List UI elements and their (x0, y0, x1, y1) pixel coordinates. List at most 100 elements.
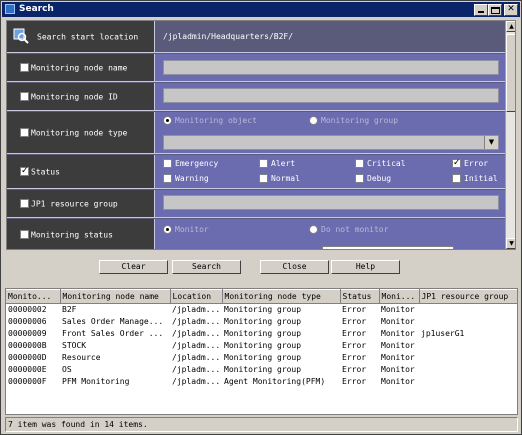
results-table: Monito... Monitoring node name Location … (6, 289, 518, 388)
results-table-container: Monito... Monitoring node name Location … (5, 288, 518, 415)
table-cell: 0000000F (8, 377, 47, 386)
warning-checkbox[interactable] (163, 174, 172, 183)
monitoring-node-type-label: Monitoring node type (31, 128, 128, 137)
status-row: Status Emergency Alert Critical Error Wa… (7, 155, 505, 189)
table-cell: Monitoring group (224, 305, 302, 315)
table-cell (419, 304, 517, 316)
status-checkbox[interactable] (20, 166, 29, 176)
table-cell: Error (342, 377, 367, 386)
close-button[interactable]: Close (260, 260, 329, 274)
monitoring-status-row: Monitoring status Monitor Do not monitor (7, 219, 505, 249)
table-cell: Resource (62, 353, 101, 362)
column-header-status[interactable]: Status (340, 289, 380, 304)
monitoring-node-id-input[interactable] (163, 88, 499, 103)
help-button[interactable]: Help (331, 260, 400, 274)
results-body: 00000002 B2F/jpladm... Monitoring group Err… (6, 304, 517, 388)
error-checkbox[interactable] (452, 158, 461, 168)
table-cell: Monitor (381, 365, 415, 374)
monitoring-node-name-input[interactable] (163, 60, 499, 75)
initial-label: Initial (464, 174, 498, 183)
column-header-monitoring[interactable]: Moni... (379, 289, 420, 304)
table-cell: Monitor (381, 317, 415, 326)
monitoring-node-name-label: Monitoring node name (31, 63, 128, 72)
normal-checkbox[interactable] (259, 174, 268, 183)
table-cell: 0000000D (8, 353, 47, 362)
monitoring-object-radio[interactable] (163, 116, 172, 125)
chevron-down-icon[interactable]: ▼ (484, 136, 498, 149)
column-header-id[interactable]: Monito... (6, 289, 61, 304)
table-row[interactable]: 0000000E OS/jpladm... Monitoring group Erro… (6, 364, 517, 376)
monitoring-group-radio[interactable] (309, 116, 318, 125)
maximize-button[interactable] (488, 4, 502, 16)
minimize-button[interactable] (474, 4, 488, 16)
scroll-thumb[interactable] (506, 34, 515, 112)
table-cell: /jpladm... (172, 305, 221, 315)
column-header-resource-group[interactable]: JP1 resource group (419, 289, 518, 304)
clear-button[interactable]: Clear (99, 260, 168, 274)
error-label: Error (464, 159, 489, 168)
initial-checkbox[interactable] (452, 174, 461, 183)
monitoring-node-type-checkbox[interactable] (20, 127, 29, 137)
monitoring-status-checkbox[interactable] (20, 229, 29, 239)
form-scrollbar[interactable]: ▲ ▼ (505, 21, 515, 249)
table-cell: Monitor (381, 329, 415, 338)
critical-checkbox[interactable] (355, 159, 364, 168)
maximize-icon (491, 7, 500, 14)
monitor-radio[interactable] (163, 225, 172, 234)
monitoring-status-label: Monitoring status (31, 230, 113, 239)
table-row[interactable]: 00000006 Sales Order Manage.../jpladm... M… (6, 316, 517, 328)
table-cell: Error (342, 341, 367, 350)
column-header-location[interactable]: Location (170, 289, 223, 304)
table-cell: 0000000E (8, 365, 47, 374)
search-window: Search ✕ Search start location /jpladmin… (0, 0, 522, 435)
table-row[interactable]: 00000002 B2F/jpladm... Monitoring group Err… (6, 304, 517, 316)
debug-label: Debug (367, 174, 392, 183)
table-cell: /jpladm... (172, 353, 221, 362)
table-cell: Monitoring group (224, 329, 302, 338)
search-window-icon (5, 4, 15, 14)
monitoring-node-type-row: Monitoring node type Monitoring object M… (7, 112, 505, 154)
close-window-button[interactable]: ✕ (504, 4, 518, 16)
close-icon: ✕ (507, 4, 515, 14)
table-cell: PFM Monitoring (62, 377, 130, 386)
table-cell: Agent Monitoring(PFM) (224, 377, 326, 386)
monitoring-object-radio-label: Monitoring object (175, 116, 257, 125)
table-cell: Error (342, 329, 367, 338)
column-header-node-type[interactable]: Monitoring node type (222, 289, 341, 304)
monitoring-node-name-checkbox[interactable] (20, 62, 29, 72)
search-start-location-row: Search start location /jpladmin/Headquar… (7, 21, 505, 53)
table-cell (419, 352, 517, 364)
search-start-location-label: Search start location (37, 32, 139, 41)
do-not-monitor-radio-label: Do not monitor (321, 225, 389, 234)
scroll-up-icon[interactable]: ▲ (506, 21, 515, 32)
table-cell: Monitoring group (224, 353, 302, 362)
emergency-label: Emergency (175, 159, 219, 168)
jp1-resource-group-checkbox[interactable] (20, 198, 29, 208)
monitor-radio-label: Monitor (175, 225, 209, 234)
emergency-checkbox[interactable] (163, 159, 172, 168)
table-cell: /jpladm... (172, 329, 221, 338)
table-row[interactable]: 00000009 Front Sales Order .../jpladm... M… (6, 328, 517, 340)
column-header-node-name[interactable]: Monitoring node name (60, 289, 171, 304)
monitoring-node-type-select[interactable]: ▼ (163, 135, 499, 150)
title-bar: Search ✕ (2, 2, 520, 17)
alert-checkbox[interactable] (259, 159, 268, 168)
table-cell: Monitoring group (224, 365, 302, 374)
monitoring-node-id-checkbox[interactable] (20, 91, 29, 101)
search-condition-form: Search start location /jpladmin/Headquar… (6, 20, 516, 250)
search-button[interactable]: Search (172, 260, 241, 274)
table-row[interactable]: 0000000F PFM Monitoring/jpladm... Agent Mo… (6, 376, 517, 388)
table-cell (419, 376, 517, 388)
debug-checkbox[interactable] (355, 174, 364, 183)
do-not-monitor-radio[interactable] (309, 225, 318, 234)
monitoring-node-id-label: Monitoring node ID (31, 92, 118, 101)
table-row[interactable]: 0000000B STOCK/jpladm... Monitoring group E… (6, 340, 517, 352)
table-cell: Monitor (381, 353, 415, 362)
warning-label: Warning (175, 174, 209, 183)
jp1-resource-group-input[interactable] (163, 195, 499, 210)
table-cell (419, 364, 517, 376)
monitoring-node-name-label-cell: Monitoring node name (7, 54, 155, 81)
scroll-down-icon[interactable]: ▼ (506, 238, 515, 249)
monitoring-node-id-row: Monitoring node ID (7, 83, 505, 111)
table-row[interactable]: 0000000D Resource/jpladm... Monitoring gro… (6, 352, 517, 364)
